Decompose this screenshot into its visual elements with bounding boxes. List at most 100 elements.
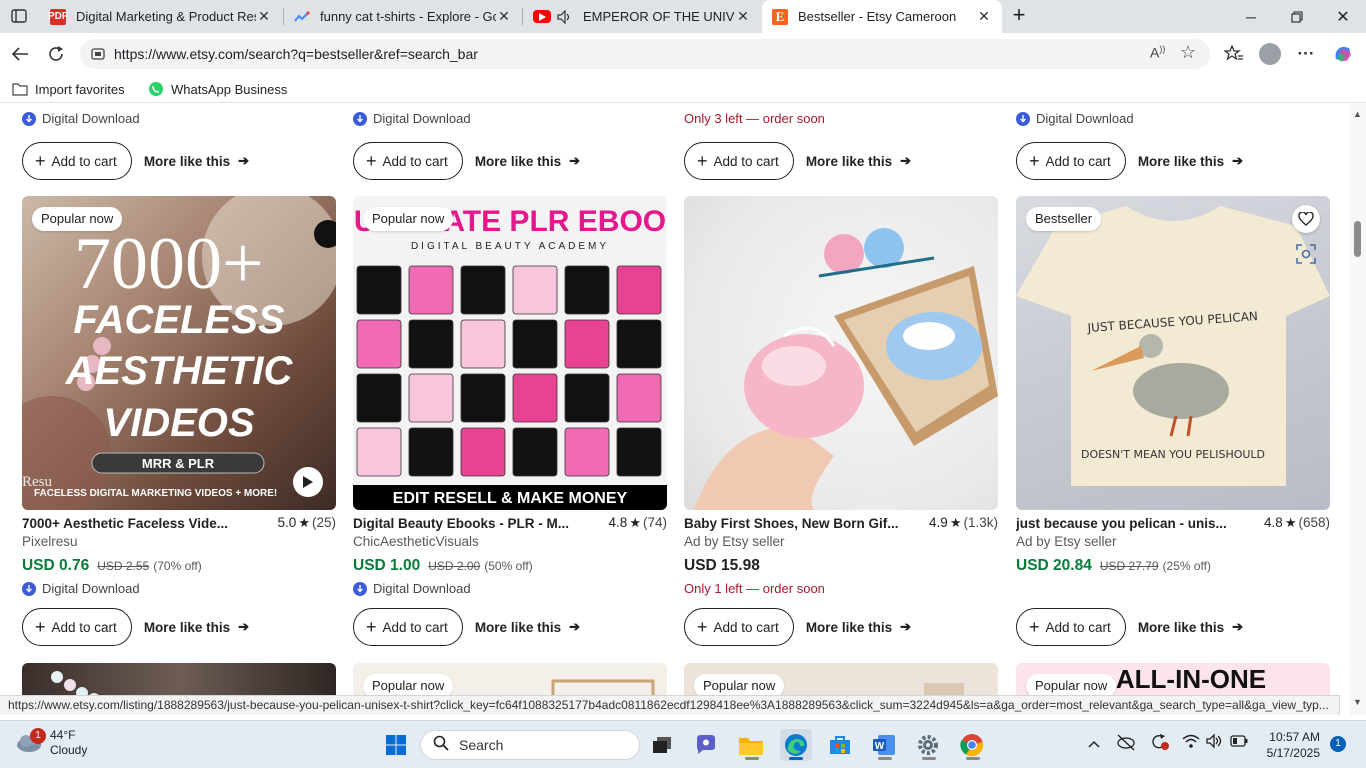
listing-card-partial[interactable] (22, 663, 336, 695)
workspaces-icon[interactable] (8, 6, 30, 26)
add-to-cart-button[interactable]: + Add to cart (684, 142, 794, 180)
listing-card-partial[interactable]: Popular now (353, 663, 667, 695)
maximize-button[interactable] (1274, 0, 1320, 33)
scroll-up-arrow-icon[interactable]: ▲ (1353, 109, 1362, 119)
close-icon[interactable]: ✕ (256, 8, 272, 25)
more-like-this-link[interactable]: More like this ➔ (144, 153, 249, 169)
listing-image[interactable]: 7000+ FACELESS AESTHETIC VIDEOS MRR & PL… (22, 196, 336, 510)
profile-avatar[interactable] (1257, 41, 1283, 67)
add-to-cart-button[interactable]: + Add to cart (353, 608, 463, 646)
listing-card[interactable]: Baby First Shoes, New Born Gif... 4.9 ★ (1… (684, 196, 998, 656)
listing-title[interactable]: Digital Beauty Ebooks - PLR - M... (353, 516, 601, 531)
close-window-button[interactable]: ✕ (1320, 0, 1366, 33)
tab-funny-cat-tshirts[interactable]: funny cat t-shirts - Explore - Goog ✕ (284, 0, 522, 33)
add-to-cart-button[interactable]: + Add to cart (353, 142, 463, 180)
listing-card-partial[interactable]: Digital Download + Add to cart More like … (22, 103, 336, 180)
no-sync-icon[interactable] (1116, 733, 1136, 754)
url-text[interactable]: https://www.etsy.com/search?q=bestseller… (114, 46, 478, 62)
address-bar[interactable]: https://www.etsy.com/search?q=bestseller… (80, 39, 1210, 69)
listing-image[interactable]: Popular now (684, 663, 998, 695)
card-actions: + Add to cart More like this ➔ (353, 142, 580, 180)
close-icon[interactable]: ✕ (976, 8, 992, 25)
add-to-cart-button[interactable]: + Add to cart (1016, 608, 1126, 646)
listing-image[interactable]: ALL-IN-ONE Popular now (1016, 663, 1330, 695)
ebook-cover-thumbnail (564, 319, 610, 369)
add-to-cart-button[interactable]: + Add to cart (1016, 142, 1126, 180)
favorites-item-import[interactable]: Import favorites (12, 79, 125, 99)
chrome-icon[interactable] (956, 729, 988, 761)
listing-title[interactable]: 7000+ Aesthetic Faceless Vide... (22, 516, 270, 531)
listing-image[interactable]: JUST BECAUSE YOU PELICAN DOESN'T MEAN YO… (1016, 196, 1330, 510)
wifi-icon[interactable] (1182, 733, 1200, 752)
more-like-this-link[interactable]: More like this ➔ (1138, 153, 1243, 169)
page-scrollbar[interactable]: ▲ ▼ (1350, 103, 1366, 715)
site-info-icon[interactable] (90, 46, 106, 62)
listing-card-partial[interactable]: Digital Download + Add to cart More like … (353, 103, 667, 180)
speaker-icon[interactable] (557, 9, 573, 25)
add-to-cart-button[interactable]: + Add to cart (22, 608, 132, 646)
play-video-icon[interactable] (293, 467, 323, 497)
taskbar-search-input[interactable]: Search (420, 730, 640, 760)
word-icon[interactable]: W (868, 729, 900, 761)
favorite-heart-button[interactable] (1292, 205, 1320, 233)
listing-title[interactable]: just because you pelican - unis... (1016, 516, 1256, 531)
card-actions: + Add to cart More like this ➔ (22, 608, 249, 646)
arrow-right-icon: ➔ (238, 619, 249, 634)
notification-count-badge[interactable]: 1 (1330, 736, 1346, 752)
more-like-this-link[interactable]: More like this ➔ (475, 619, 580, 635)
listing-card-partial[interactable]: Digital Download + Add to cart More like … (1016, 103, 1330, 180)
new-tab-button[interactable]: + (1008, 4, 1030, 28)
favorites-item-whatsapp[interactable]: WhatsApp Business (148, 79, 287, 99)
back-icon[interactable] (7, 42, 33, 66)
task-view-icon[interactable] (646, 729, 678, 761)
listing-image[interactable]: 12 ULTIMATE PLR EBOOKS DIGITAL BEAUTY AC… (353, 196, 667, 510)
listing-title[interactable]: Baby First Shoes, New Born Gif... (684, 516, 921, 531)
listing-card[interactable]: 7000+ FACELESS AESTHETIC VIDEOS MRR & PL… (22, 196, 336, 656)
listing-image[interactable]: Popular now (353, 663, 667, 695)
microsoft-store-icon[interactable] (824, 729, 856, 761)
volume-icon[interactable] (1206, 733, 1224, 752)
listing-card-partial[interactable]: Only 3 left — order soon + Add to cart Mo… (684, 103, 998, 180)
system-clock[interactable]: 10:57 AM 5/17/2025 (1262, 729, 1320, 761)
listing-image[interactable] (684, 196, 998, 510)
listing-card-partial[interactable]: Popular now (684, 663, 998, 695)
close-icon[interactable]: ✕ (735, 8, 751, 25)
windows-start-icon[interactable] (380, 729, 412, 761)
scroll-down-arrow-icon[interactable]: ▼ (1353, 697, 1362, 707)
more-like-this-link[interactable]: More like this ➔ (475, 153, 580, 169)
more-like-this-link[interactable]: More like this ➔ (1138, 619, 1243, 635)
more-like-this-link[interactable]: More like this ➔ (806, 619, 911, 635)
weather-widget[interactable]: 1 44°F Cloudy (14, 728, 87, 758)
more-options-icon[interactable]: ··· (1293, 41, 1319, 67)
more-like-this-link[interactable]: More like this ➔ (806, 153, 911, 169)
listing-image[interactable] (22, 663, 336, 695)
favorites-icon[interactable] (1221, 41, 1247, 67)
add-to-cart-button[interactable]: + Add to cart (22, 142, 132, 180)
tab-youtube-emperor[interactable]: EMPEROR OF THE UNIVERSE ✕ (523, 0, 761, 33)
file-explorer-icon[interactable] (735, 729, 767, 761)
read-aloud-icon[interactable]: A)) (1150, 44, 1165, 61)
favorite-star-icon[interactable]: ☆ (1180, 42, 1196, 63)
more-like-this-label: More like this (474, 619, 562, 635)
settings-gear-icon[interactable] (912, 729, 944, 761)
update-sync-icon[interactable] (1150, 733, 1170, 754)
teams-chat-icon[interactable] (690, 729, 722, 761)
sale-price: USD 0.76 (22, 557, 90, 574)
battery-icon[interactable] (1230, 734, 1248, 750)
add-to-cart-button[interactable]: + Add to cart (684, 608, 794, 646)
edge-browser-icon[interactable] (780, 729, 812, 761)
minimize-button[interactable]: ─ (1228, 0, 1274, 33)
refresh-icon[interactable] (43, 42, 69, 66)
listing-card[interactable]: 12 ULTIMATE PLR EBOOKS DIGITAL BEAUTY AC… (353, 196, 667, 656)
tab-digital-marketing[interactable]: PDF Digital Marketing & Product Rese ✕ (40, 0, 282, 33)
visual-search-icon[interactable] (1294, 242, 1318, 266)
copilot-icon[interactable] (1330, 41, 1356, 67)
scrollbar-thumb[interactable] (1354, 221, 1361, 257)
listing-card-partial[interactable]: ALL-IN-ONE Popular now (1016, 663, 1330, 695)
tab-etsy-bestseller[interactable]: E Bestseller - Etsy Cameroon ✕ (762, 0, 1002, 33)
show-hidden-icons-chevron-up-icon[interactable] (1088, 735, 1100, 751)
ad-by-etsy-seller: Ad by Etsy seller (1016, 534, 1117, 549)
more-like-this-link[interactable]: More like this ➔ (144, 619, 249, 635)
listing-card[interactable]: JUST BECAUSE YOU PELICAN DOESN'T MEAN YO… (1016, 196, 1330, 656)
close-icon[interactable]: ✕ (496, 8, 512, 25)
